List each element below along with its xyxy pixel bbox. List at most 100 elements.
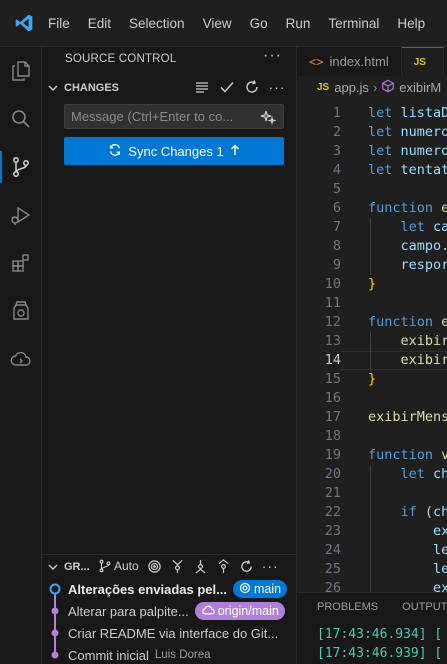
- graph-commit-message: Alterações enviadas pel...: [68, 581, 227, 597]
- code-line[interactable]: 3 let numero: [297, 142, 447, 161]
- code-line[interactable]: 6 function e: [297, 199, 447, 218]
- tab-problems[interactable]: PROBLEMS: [317, 601, 378, 613]
- menu-item-view[interactable]: View: [194, 0, 241, 47]
- code-line[interactable]: 25 le: [297, 560, 447, 579]
- target-icon[interactable]: [147, 559, 162, 574]
- code-line[interactable]: 13 exibir: [297, 332, 447, 351]
- explorer-icon[interactable]: [0, 47, 42, 95]
- line-number: 7: [332, 219, 341, 235]
- menu-item-file[interactable]: File: [48, 0, 79, 47]
- changes-section-header[interactable]: CHANGES ···: [42, 76, 297, 100]
- commit-dot-icon: [42, 600, 68, 622]
- code-line[interactable]: 5: [297, 180, 447, 199]
- jar-icon[interactable]: [0, 287, 42, 335]
- line-number: 22: [324, 504, 341, 520]
- code-line[interactable]: 24 le: [297, 541, 447, 560]
- sync-icon: [108, 143, 122, 160]
- code-line[interactable]: 2 let numero: [297, 123, 447, 142]
- code-line[interactable]: 8 campo.: [297, 237, 447, 256]
- code-text: exibir: [400, 352, 447, 368]
- js-file-icon: JS: [413, 56, 426, 68]
- graph-commit-row[interactable]: Commit inicial Luis Dorea: [42, 644, 297, 664]
- code-editor[interactable]: 1 let listaD 2 let numero 3 let numero 4 let te…: [297, 98, 447, 592]
- code-text: if (ch: [400, 504, 447, 520]
- code-text: let listaD: [368, 105, 447, 121]
- run-debug-icon[interactable]: [0, 191, 42, 239]
- menu-item-terminal[interactable]: Terminal: [319, 0, 388, 47]
- code-line[interactable]: 20 let ch: [297, 465, 447, 484]
- line-number: 14: [324, 352, 341, 368]
- menu-item-go[interactable]: Go: [241, 0, 277, 47]
- code-line[interactable]: 4 let tentat: [297, 161, 447, 180]
- code-line[interactable]: 18: [297, 427, 447, 446]
- code-line[interactable]: 7 let ca: [297, 218, 447, 237]
- commit-check-icon[interactable]: [219, 79, 235, 95]
- tab-index-html[interactable]: <> index.html: [297, 47, 402, 76]
- code-line[interactable]: 19 function v: [297, 446, 447, 465]
- view-as-list-icon[interactable]: [194, 79, 210, 95]
- tab-app-js[interactable]: JS: [401, 47, 444, 76]
- remote-icon[interactable]: [0, 335, 42, 383]
- line-number: 20: [324, 466, 341, 482]
- graph-commit-row[interactable]: Alterar para palpite... origin/main: [42, 600, 297, 622]
- code-line[interactable]: 10}: [297, 275, 447, 294]
- vscode-logo-icon: [0, 0, 48, 47]
- tab-output[interactable]: OUTPUT: [402, 601, 447, 613]
- pull-icon[interactable]: [193, 559, 208, 574]
- push-icon[interactable]: [216, 558, 231, 574]
- line-number: 1: [332, 105, 341, 121]
- source-control-icon[interactable]: [0, 143, 42, 191]
- more-actions-icon[interactable]: ···: [269, 79, 285, 95]
- graph-section-header[interactable]: GR... Auto ···: [42, 554, 297, 578]
- cloud-icon: [201, 604, 215, 619]
- graph-commit-row[interactable]: Alterações enviadas pel... main: [42, 578, 297, 600]
- commit-message-input[interactable]: [64, 104, 284, 129]
- fetch-icon[interactable]: [170, 559, 185, 574]
- branch-badge: main: [232, 580, 288, 598]
- breadcrumb-file[interactable]: app.js: [334, 80, 369, 95]
- chevron-down-icon[interactable]: [42, 561, 64, 573]
- terminal-line: [17:43:46.939] [: [317, 646, 443, 661]
- code-text: }: [368, 371, 377, 387]
- menu-item-edit[interactable]: Edit: [79, 0, 120, 47]
- code-text: exibir: [400, 333, 447, 349]
- code-text: function e: [368, 200, 447, 216]
- code-line[interactable]: 1 let listaD: [297, 104, 447, 123]
- code-line[interactable]: 9 respor: [297, 256, 447, 275]
- code-text: let tentat: [368, 162, 447, 178]
- menu-item-help[interactable]: Help: [388, 0, 434, 47]
- code-text: }: [368, 276, 377, 292]
- code-text: le: [433, 542, 447, 558]
- extensions-icon[interactable]: [0, 239, 42, 287]
- branch-auto-icon[interactable]: Auto: [98, 559, 139, 573]
- line-number: 23: [324, 523, 341, 539]
- code-line[interactable]: 12 function e: [297, 313, 447, 332]
- arrow-up-icon: [230, 144, 240, 159]
- chevron-right-icon: ›: [372, 79, 378, 95]
- graph-commit-row[interactable]: Criar README via interface do Git...: [42, 622, 297, 644]
- refresh-icon[interactable]: [244, 79, 260, 95]
- code-line[interactable]: 14 exibir: [297, 351, 447, 370]
- code-line[interactable]: 22 if (ch: [297, 503, 447, 522]
- breadcrumb-symbol[interactable]: exibirM: [399, 80, 441, 95]
- code-line[interactable]: 23 ex: [297, 522, 447, 541]
- code-line[interactable]: 21: [297, 484, 447, 503]
- menu-item-run[interactable]: Run: [277, 0, 320, 47]
- code-line[interactable]: 17 exibirMens: [297, 408, 447, 427]
- more-actions-icon[interactable]: ···: [262, 558, 279, 574]
- line-number: 10: [324, 276, 341, 292]
- code-line[interactable]: 11: [297, 294, 447, 313]
- search-icon[interactable]: [0, 95, 42, 143]
- graph-commit-message: Commit inicial: [68, 647, 149, 663]
- code-line[interactable]: 15}: [297, 370, 447, 389]
- code-line[interactable]: 26 ex: [297, 579, 447, 592]
- menu-item-selection[interactable]: Selection: [120, 0, 194, 47]
- line-number: 26: [324, 580, 341, 592]
- chevron-down-icon[interactable]: [42, 82, 64, 94]
- code-line[interactable]: 16: [297, 389, 447, 408]
- sparkle-icon[interactable]: [260, 109, 277, 126]
- sync-changes-button[interactable]: Sync Changes 1: [64, 137, 284, 165]
- more-actions-icon[interactable]: ···: [263, 47, 282, 65]
- refresh-icon[interactable]: [239, 559, 254, 574]
- graph-commit-message: Alterar para palpite...: [68, 603, 189, 619]
